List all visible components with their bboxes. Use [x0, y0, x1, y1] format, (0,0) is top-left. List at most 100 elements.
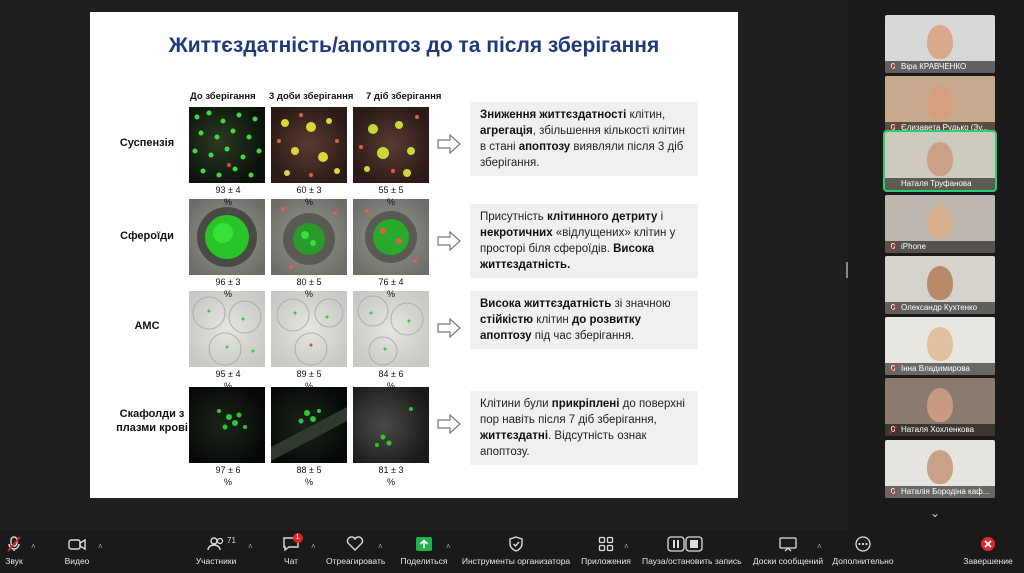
- participant-tile[interactable]: Наталя Хохленкова: [885, 378, 995, 436]
- micrograph-spheroids-3-days: [271, 199, 347, 275]
- host-tools-label: Инструменты организатора: [461, 556, 571, 566]
- value-scaffolds-before: 97 ± 6%: [215, 465, 241, 488]
- participant-face: [927, 86, 953, 120]
- participant-face: [927, 450, 953, 484]
- column-header-3-days: 3 доби зберігання: [269, 91, 354, 102]
- meeting-toolbar: Звук ˄ Видео ˄ Участники 71 ˄ 1 Чат ˄ От…: [0, 530, 1024, 573]
- participant-tile[interactable]: Інна Владимирова: [885, 317, 995, 375]
- value-spheroids-before: 96 ± 3%: [215, 277, 241, 300]
- micrograph-scaffolds-before: [189, 387, 265, 463]
- host-tools-button[interactable]: Инструменты организатора: [461, 536, 571, 566]
- video-options-caret-icon[interactable]: ˄: [98, 542, 103, 551]
- column-header-7-days: 7 діб зберігання: [366, 91, 442, 102]
- chevron-down-icon[interactable]: ⌄: [930, 506, 940, 520]
- value-ams-7-days: 84 ± 6%: [378, 369, 404, 392]
- participant-tile[interactable]: Олександр Кухтенко: [885, 256, 995, 314]
- end-label: Завершение: [963, 556, 1013, 566]
- participant-tile[interactable]: Наталя Труфанова: [883, 130, 997, 192]
- participant-face: [927, 205, 953, 239]
- value-suspension-7-days: 55 ± 5%: [378, 185, 404, 208]
- micrograph-spheroids-7-days: [353, 199, 429, 275]
- chat-button[interactable]: 1 Чат: [281, 533, 303, 566]
- description-bold-text: агрегація: [480, 125, 533, 138]
- value-scaffolds-7-days: 81 ± 3%: [378, 465, 404, 488]
- description-bold-text: прикріплені: [551, 398, 620, 410]
- arrow-right-icon: [437, 231, 461, 251]
- record-control-button[interactable]: Пауза/остановить запись: [642, 536, 742, 566]
- description-bold-text: життєздатні: [480, 430, 549, 443]
- share-options-caret-icon[interactable]: ˄: [446, 542, 451, 551]
- participant-tile[interactable]: Наталія Бородіна каф...: [885, 440, 995, 498]
- apps-label: Приложения: [581, 556, 631, 566]
- participant-face: [927, 25, 953, 59]
- chat-options-caret-icon[interactable]: ˄: [311, 542, 316, 551]
- column-header-before: До зберігання: [190, 91, 256, 102]
- participants-options-caret-icon[interactable]: ˄: [248, 542, 253, 551]
- row-label-ams: АМС: [134, 320, 160, 332]
- more-dots-icon: [855, 536, 871, 552]
- whiteboard-icon: [779, 537, 797, 552]
- participant-name: Наталя Труфанова: [885, 178, 995, 190]
- react-options-caret-icon[interactable]: ˄: [378, 542, 383, 551]
- participants-icon: [207, 537, 224, 551]
- end-meeting-button[interactable]: Завершение: [963, 536, 1013, 566]
- micrograph-ams-before: [189, 291, 265, 367]
- value-suspension-before: 93 ± 4%: [215, 185, 241, 208]
- participant-face: [927, 388, 953, 422]
- more-button[interactable]: Дополнительно: [832, 536, 894, 566]
- description-text: зі значною: [611, 298, 671, 310]
- participant-face: [927, 142, 953, 176]
- description-bold-text: стійкістю: [480, 314, 534, 327]
- audio-label: Звук: [5, 556, 23, 566]
- record-label: Пауза/остановить запись: [642, 556, 742, 566]
- share-screen-icon: [416, 537, 432, 551]
- arrow-right-icon: [437, 134, 461, 154]
- description-text: Присутність: [480, 211, 547, 223]
- micrograph-scaffolds-3-days: [271, 387, 347, 463]
- row-label-spheroids: Сфероїди: [120, 230, 174, 242]
- micrograph-suspension-3-days: [271, 107, 347, 183]
- arrow-right-icon: [437, 414, 461, 434]
- microphone-muted-icon: [889, 63, 897, 71]
- chat-unread-badge: 1: [292, 533, 303, 543]
- apps-button[interactable]: Приложения: [580, 536, 632, 566]
- pause-stop-recording-icon: [667, 536, 703, 552]
- whiteboards-button[interactable]: Доски сообщений: [750, 536, 826, 566]
- microphone-muted-icon: [889, 243, 897, 251]
- video-button[interactable]: Видео: [62, 536, 92, 566]
- micrograph-ams-3-days: [271, 291, 347, 367]
- heart-icon: [346, 536, 364, 551]
- react-button[interactable]: Отреагировать: [326, 536, 385, 566]
- whiteboards-label: Доски сообщений: [752, 556, 824, 566]
- micrograph-spheroids-before: [189, 199, 265, 275]
- participant-name: Олександр Кухтенко: [885, 302, 995, 314]
- row-label-scaffolds: Скафолди з плазми крові: [116, 408, 188, 434]
- apps-grid-icon: [598, 536, 614, 552]
- participant-tile[interactable]: iPhone: [885, 195, 995, 253]
- zoom-meeting-window: Життєздатність/апоптоз до та після збері…: [0, 0, 1024, 573]
- microphone-muted-icon: [889, 304, 897, 312]
- description-bold-text: клітинного детриту: [546, 211, 658, 223]
- slide-title: Життєздатність/апоптоз до та після збері…: [168, 34, 660, 57]
- value-ams-before: 95 ± 4%: [215, 369, 241, 392]
- share-button[interactable]: Поделиться: [399, 536, 449, 566]
- value-suspension-3-days: 60 ± 3%: [296, 185, 322, 208]
- description-suspension: Зниження життєздатності клітин, агрегаці…: [470, 102, 698, 177]
- description-text: і: [657, 211, 664, 223]
- micrograph-scaffolds-7-days: [353, 387, 429, 463]
- participant-tile[interactable]: Віра КРАВЧЕНКО: [885, 15, 995, 73]
- description-text: під час зберігання.: [531, 330, 635, 343]
- description-bold-text: апоптозу: [518, 141, 571, 154]
- chat-label: Чат: [283, 556, 299, 566]
- description-bold-text: Зниження життєздатності: [480, 109, 627, 121]
- whiteboards-options-caret-icon[interactable]: ˄: [817, 542, 822, 551]
- audio-button[interactable]: Звук: [2, 536, 26, 566]
- apps-options-caret-icon[interactable]: ˄: [624, 542, 629, 551]
- audio-options-caret-icon[interactable]: ˄: [31, 542, 36, 551]
- value-scaffolds-3-days: 88 ± 5%: [296, 465, 322, 488]
- participant-tile[interactable]: Єлизавета Рудько (Зу...: [885, 76, 995, 134]
- micrograph-ams-7-days: [353, 291, 429, 367]
- shield-icon: [509, 536, 523, 552]
- participant-name: iPhone: [885, 241, 995, 253]
- participants-button[interactable]: Участники 71: [193, 536, 239, 566]
